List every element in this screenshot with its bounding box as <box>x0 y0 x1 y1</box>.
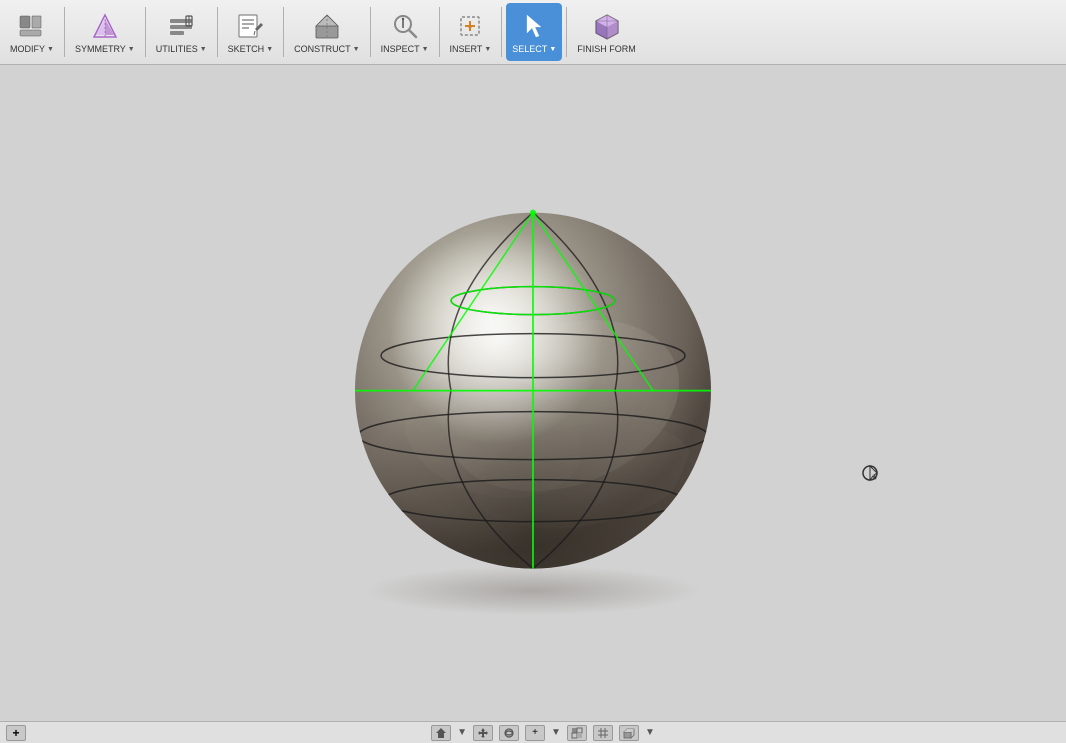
divider-2 <box>145 7 146 57</box>
statusbar-left: + <box>6 725 26 741</box>
finish-form-icon <box>591 10 623 42</box>
toolbar-sketch[interactable]: SKETCH ▼ <box>222 3 279 61</box>
display-mode-btn[interactable] <box>567 725 587 741</box>
toolbar-construct[interactable]: CONSTRUCT ▼ <box>288 3 365 61</box>
finish-form-label: FINISH FORM <box>577 44 636 54</box>
zoom-separator: ▼ <box>551 727 561 738</box>
toolbar-utilities[interactable]: UTILITIES ▼ <box>150 3 213 61</box>
statusbar: + ▼ + ▼ <box>0 721 1066 743</box>
divider-4 <box>283 7 284 57</box>
statusbar-add-btn[interactable]: + <box>6 725 26 741</box>
toolbar-modify[interactable]: MODIFY ▼ <box>4 3 60 61</box>
orbit-btn[interactable] <box>499 725 519 741</box>
symmetry-icon <box>89 10 121 42</box>
divider-1 <box>64 7 65 57</box>
sketch-icon <box>234 10 266 42</box>
utilities-label: UTILITIES ▼ <box>156 44 207 54</box>
sketch-label: SKETCH ▼ <box>228 44 273 54</box>
grid-btn[interactable] <box>593 725 613 741</box>
symmetry-label: SYMMETRY ▼ <box>75 44 135 54</box>
toolbar-finish-form[interactable]: FINISH FORM <box>571 3 642 61</box>
toolbar-inspect[interactable]: INSPECT ▼ <box>375 3 435 61</box>
inspect-label: INSPECT ▼ <box>381 44 429 54</box>
statusbar-center: ▼ + ▼ <box>431 725 655 741</box>
inspect-icon <box>389 10 421 42</box>
zoom-in-btn[interactable]: + <box>525 725 545 741</box>
sphere-object <box>333 186 733 606</box>
utilities-icon <box>165 10 197 42</box>
construct-icon <box>311 10 343 42</box>
select-icon <box>518 10 550 42</box>
modify-icon <box>16 10 48 42</box>
insert-icon <box>454 10 486 42</box>
divider-3 <box>217 7 218 57</box>
toolbar-select[interactable]: SELECT ▼ <box>506 3 562 61</box>
divider-5 <box>370 7 371 57</box>
nav-home-btn[interactable] <box>431 725 451 741</box>
divider-8 <box>566 7 567 57</box>
construct-label: CONSTRUCT ▼ <box>294 44 359 54</box>
divider-6 <box>439 7 440 57</box>
pan-btn[interactable] <box>473 725 493 741</box>
viewport[interactable] <box>0 65 1066 743</box>
viewcube-separator: ▼ <box>645 727 655 738</box>
toolbar-symmetry[interactable]: SYMMETRY ▼ <box>69 3 141 61</box>
cursor-indicator <box>860 463 880 483</box>
toolbar: MODIFY ▼ SYMMETRY ▼ <box>0 0 1066 65</box>
toolbar-insert[interactable]: INSERT ▼ <box>444 3 498 61</box>
sphere-svg <box>333 186 733 606</box>
nav-separator: ▼ <box>457 727 467 738</box>
viewcube-btn[interactable] <box>619 725 639 741</box>
insert-label: INSERT ▼ <box>450 44 492 54</box>
modify-label: MODIFY ▼ <box>10 44 54 54</box>
divider-7 <box>501 7 502 57</box>
select-label: SELECT ▼ <box>512 44 556 54</box>
